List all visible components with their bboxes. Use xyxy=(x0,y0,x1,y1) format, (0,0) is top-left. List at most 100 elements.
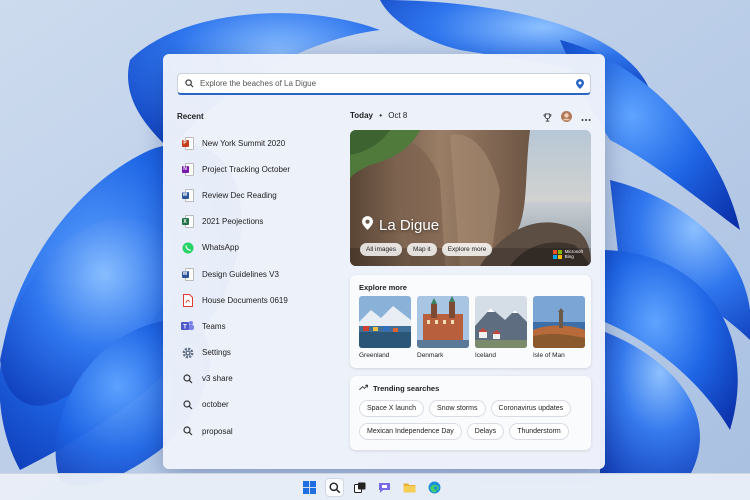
location-pin-icon xyxy=(362,216,373,234)
recent-item-label: Settings xyxy=(202,348,231,358)
trending-chip[interactable]: Thunderstorm xyxy=(509,423,569,440)
recent-item-label: 2021 Peojections xyxy=(202,217,264,227)
hero-title: La Digue xyxy=(362,216,439,234)
explore-item-greenland[interactable]: Greenland xyxy=(359,296,411,359)
task-view-icon xyxy=(353,482,365,493)
search-box[interactable] xyxy=(177,73,591,95)
teams-chat-button[interactable] xyxy=(375,478,394,497)
separator-dot: • xyxy=(379,111,383,120)
search-icon xyxy=(181,425,194,438)
badge-line2: Bing xyxy=(564,254,574,259)
recent-item-label: New York Summit 2020 xyxy=(202,138,286,148)
recent-item-label: House Documents 0619 xyxy=(202,295,288,305)
explore-item-iceland[interactable]: Iceland xyxy=(475,296,527,359)
explore-thumbnails: Greenland Denmark Iceland Isle of Man xyxy=(359,296,585,359)
explore-item-isle-of-man[interactable]: Isle of Man xyxy=(533,296,585,359)
today-date: Oct 8 xyxy=(388,111,408,120)
recent-item-v3-share[interactable]: v3 share xyxy=(177,366,342,392)
trophy-icon[interactable] xyxy=(543,109,552,127)
recent-item-label: Review Dec Reading xyxy=(202,190,277,200)
greenland-image xyxy=(359,296,411,348)
recent-item-settings[interactable]: Settings xyxy=(177,340,342,366)
windows-logo-icon xyxy=(303,481,316,494)
denmark-image xyxy=(417,296,469,348)
explore-more-button[interactable]: Explore more xyxy=(441,243,493,256)
location-pin-icon[interactable] xyxy=(570,78,590,89)
recent-item-new-york-summit[interactable]: P New York Summit 2020 xyxy=(177,130,342,156)
explore-more-card: Explore more Greenland Denmark Iceland I… xyxy=(350,275,591,368)
trending-arrow-icon xyxy=(359,384,368,393)
search-icon xyxy=(178,79,200,88)
search-icon xyxy=(328,481,340,493)
trending-searches-card: Trending searches Space X launch Snow st… xyxy=(350,376,591,450)
recent-heading: Recent xyxy=(177,112,204,121)
task-view-button[interactable] xyxy=(350,478,369,497)
recent-item-project-tracking[interactable]: N Project Tracking October xyxy=(177,156,342,182)
recent-item-teams[interactable]: T Teams xyxy=(177,313,342,339)
taskbar-search-button[interactable] xyxy=(325,478,344,497)
avatar[interactable] xyxy=(561,109,572,127)
trending-chip[interactable]: Mexican Independence Day xyxy=(359,423,462,440)
file-explorer-button[interactable] xyxy=(400,478,419,497)
svg-text:T: T xyxy=(183,325,187,331)
microsoft-logo-icon xyxy=(552,249,562,259)
taskbar xyxy=(0,473,750,500)
explore-item-label: Greenland xyxy=(359,352,390,359)
trending-heading-text: Trending searches xyxy=(373,384,440,393)
today-header: Today • Oct 8 xyxy=(350,111,407,120)
chat-icon xyxy=(379,482,390,493)
recent-item-label: Project Tracking October xyxy=(202,164,291,174)
explore-item-label: Iceland xyxy=(475,352,496,359)
recent-item-design-guidelines[interactable]: W Design Guidelines V3 xyxy=(177,261,342,287)
hero-card[interactable]: La Digue All images Map it Explore more … xyxy=(350,130,591,266)
recent-item-2021-projections[interactable]: X 2021 Peojections xyxy=(177,209,342,235)
edge-icon xyxy=(428,481,441,494)
recent-list: P New York Summit 2020 N Project Trackin… xyxy=(177,130,342,444)
excel-icon: X xyxy=(181,215,194,229)
trending-heading: Trending searches xyxy=(359,384,439,393)
trending-chip[interactable]: Delays xyxy=(466,423,505,440)
onenote-icon: N xyxy=(181,162,194,176)
explore-item-denmark[interactable]: Denmark xyxy=(417,296,469,359)
start-button[interactable] xyxy=(300,478,319,497)
word-icon: W xyxy=(181,188,194,202)
powerpoint-icon: P xyxy=(181,136,194,150)
search-icon xyxy=(181,398,194,411)
trending-chips: Space X launch Snow storms Coronavirus u… xyxy=(359,400,587,440)
recent-item-proposal[interactable]: proposal xyxy=(177,418,342,444)
explore-more-heading: Explore more xyxy=(359,283,407,292)
taskbar-apps xyxy=(300,478,444,497)
today-label: Today xyxy=(350,111,373,120)
explore-item-label: Isle of Man xyxy=(533,352,565,359)
recent-item-whatsapp[interactable]: WhatsApp xyxy=(177,235,342,261)
recent-item-house-documents[interactable]: House Documents 0619 xyxy=(177,287,342,313)
edge-browser-button[interactable] xyxy=(425,478,444,497)
microsoft-bing-badge: Microsoft Bing xyxy=(552,249,583,259)
pdf-icon xyxy=(181,293,194,307)
recent-item-october[interactable]: october xyxy=(177,392,342,418)
search-panel: Recent P New York Summit 2020 N Project … xyxy=(163,54,605,469)
recent-item-label: WhatsApp xyxy=(202,243,239,253)
hero-actions: All images Map it Explore more xyxy=(360,243,493,256)
recent-item-review-dec[interactable]: W Review Dec Reading xyxy=(177,182,342,208)
header-actions xyxy=(543,109,591,127)
trending-chip[interactable]: Snow storms xyxy=(429,400,486,417)
hero-title-text: La Digue xyxy=(379,216,440,234)
recent-item-label: Teams xyxy=(202,321,226,331)
iceland-image xyxy=(475,296,527,348)
folder-icon xyxy=(403,483,416,493)
gear-icon xyxy=(181,346,194,359)
recent-item-label: proposal xyxy=(202,426,233,436)
more-options-icon[interactable] xyxy=(581,109,591,127)
recent-item-label: v3 share xyxy=(202,374,233,384)
map-it-button[interactable]: Map it xyxy=(406,243,437,256)
trending-chip[interactable]: Space X launch xyxy=(359,400,425,417)
recent-item-label: Design Guidelines V3 xyxy=(202,269,279,279)
isle-of-man-image xyxy=(533,296,585,348)
word-icon: W xyxy=(181,267,194,281)
trending-chip[interactable]: Coronavirus updates xyxy=(490,400,572,417)
search-input[interactable] xyxy=(200,79,570,88)
whatsapp-icon xyxy=(181,241,194,254)
all-images-button[interactable]: All images xyxy=(360,243,402,256)
search-icon xyxy=(181,372,194,385)
